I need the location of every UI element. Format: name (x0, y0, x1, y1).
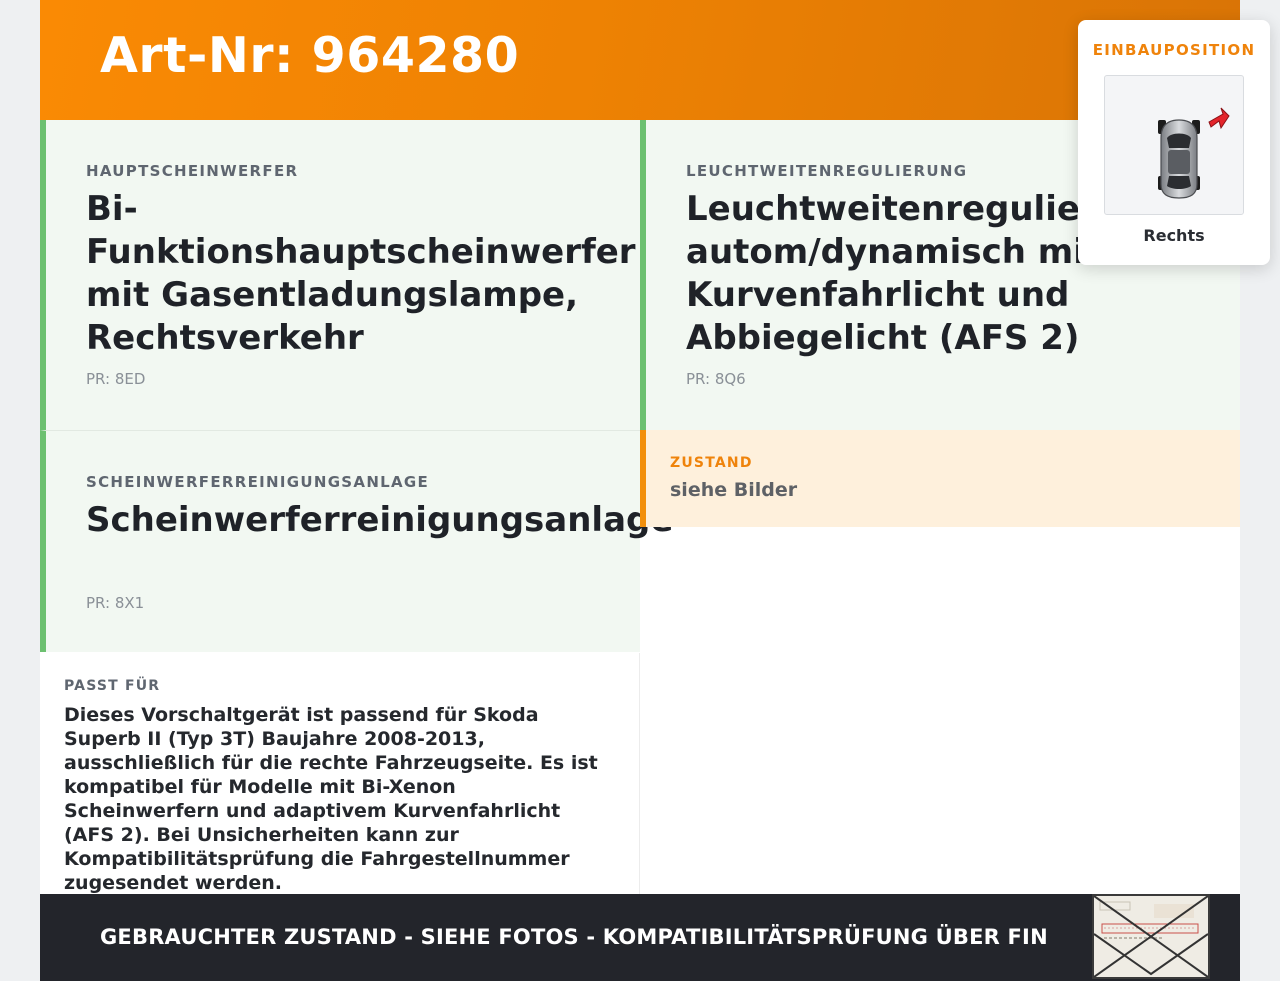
card-category: LEUCHTWEITENREGULIERUNG (686, 162, 968, 180)
condition-label: ZUSTAND (670, 455, 753, 471)
card-category: HAUPTSCHEINWERFER (86, 162, 299, 180)
card-title: Bi-Funktionshauptscheinwerfer mit Gasent… (86, 189, 636, 358)
article-number-title: Art-Nr: 964280 (100, 27, 520, 84)
car-top-view-icon (1158, 107, 1230, 199)
footer-banner: GEBRAUCHTER ZUSTAND - SIEHE FOTOS - KOMP… (40, 894, 1240, 981)
condition-value: siehe Bilder (670, 479, 798, 501)
listing-page: Art-Nr: 964280 HAUPTSCHEINWERFER Bi-Funk… (40, 0, 1270, 981)
card-title: Scheinwerferreinigungsanlage (86, 500, 674, 540)
condition-box: ZUSTAND siehe Bilder (640, 430, 1240, 527)
car-position-image (1104, 75, 1244, 215)
footer-text: GEBRAUCHTER ZUSTAND - SIEHE FOTOS - KOMP… (100, 925, 1048, 949)
install-position-value: Rechts (1143, 226, 1205, 245)
compatibility-label: PASST FÜR (64, 678, 161, 694)
card-pr-code: PR: 8Q6 (686, 370, 746, 388)
header-banner: Art-Nr: 964280 (40, 0, 1240, 120)
card-pr-code: PR: 8ED (86, 370, 146, 388)
compatibility-section: PASST FÜR Dieses Vorschaltgerät ist pass… (40, 653, 640, 894)
feature-card-washer: SCHEINWERFERREINIGUNGSANLAGE Scheinwerfe… (40, 430, 674, 652)
install-position-panel: EINBAUPOSITION Rechts (1078, 20, 1270, 265)
card-category: SCHEINWERFERREINIGUNGSANLAGE (86, 473, 430, 491)
install-position-label: EINBAUPOSITION (1092, 41, 1256, 59)
feature-card-headlight: HAUPTSCHEINWERFER Bi-Funktionshauptschei… (40, 120, 640, 430)
card-pr-code: PR: 8X1 (86, 594, 145, 612)
envelope-thumbnail[interactable] (1092, 894, 1210, 979)
compatibility-text: Dieses Vorschaltgerät ist passend für Sk… (64, 704, 598, 894)
envelope-icon (1093, 895, 1209, 978)
